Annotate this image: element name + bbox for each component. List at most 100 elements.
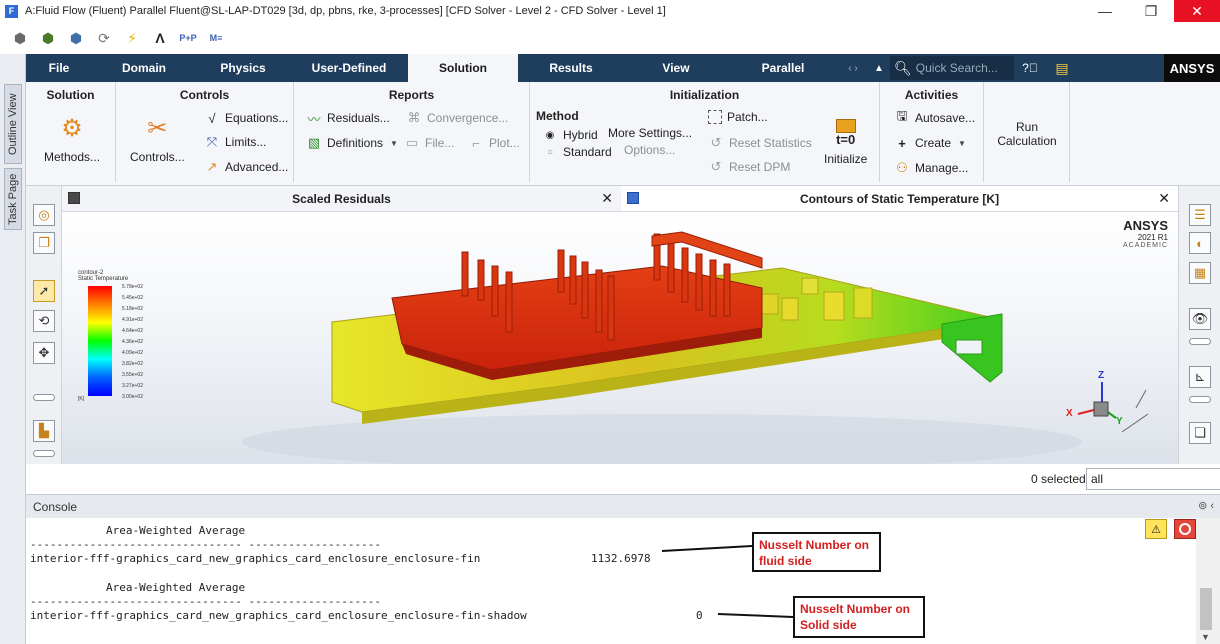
- display-options-icon[interactable]: ☰: [1189, 204, 1211, 226]
- limits-button[interactable]: ⤧ Limits...: [204, 134, 267, 150]
- advanced-label: Advanced...: [225, 160, 289, 174]
- graphics-viewport[interactable]: Z X Y ANSYS 2021 R1 ACADEMIC contour-2 S…: [62, 212, 1178, 464]
- plot-report-label: Plot...: [489, 136, 520, 150]
- read-data-icon[interactable]: ⬢: [66, 28, 86, 48]
- parameters-icon[interactable]: P+P: [178, 28, 198, 48]
- tab-domain[interactable]: Domain: [92, 54, 196, 82]
- initialize-button[interactable]: t=0 Initialize: [824, 116, 867, 166]
- radio-selected-icon: ◉: [545, 129, 555, 141]
- tab-results[interactable]: Results: [518, 54, 624, 82]
- view-options-icon[interactable]: ◎: [33, 204, 55, 226]
- toolbar-divider[interactable]: [1189, 396, 1211, 403]
- console-line: -------------------------------- -------…: [30, 538, 381, 551]
- create-button[interactable]: + Create ▼: [894, 135, 966, 151]
- ribbon-menu-icon[interactable]: ▤: [1046, 54, 1078, 82]
- controls-button[interactable]: ✂ Controls...: [130, 112, 185, 165]
- read-case-icon[interactable]: ⬢: [10, 28, 30, 48]
- standard-radio[interactable]: ○ Standard: [542, 144, 612, 160]
- console-dock-icon[interactable]: ⊚ ‹: [1198, 499, 1214, 512]
- pan-icon[interactable]: ✥: [33, 342, 55, 364]
- equations-button[interactable]: √ Equations...: [204, 110, 288, 126]
- manage-label: Manage...: [915, 161, 969, 175]
- definitions-button[interactable]: ▧ Definitions ▼: [306, 135, 398, 151]
- tab-physics[interactable]: Physics: [196, 54, 290, 82]
- plot-report-button[interactable]: ⌐ Plot...: [468, 135, 520, 151]
- console-scrollbar[interactable]: ▼: [1196, 518, 1220, 644]
- tab-view[interactable]: View: [624, 54, 728, 82]
- copy-view-icon[interactable]: ❐: [33, 232, 55, 254]
- ansys-a-icon[interactable]: Λ: [150, 28, 170, 48]
- controls-label: Controls...: [130, 150, 185, 164]
- toolbar-divider[interactable]: [33, 450, 55, 457]
- plot-axes-icon[interactable]: ⊾: [1189, 366, 1211, 388]
- toolbar-divider[interactable]: [1189, 338, 1211, 345]
- patch-button[interactable]: Patch...: [708, 110, 768, 124]
- reset-icon: ↺: [710, 135, 722, 150]
- scrollbar-thumb[interactable]: [1200, 588, 1212, 630]
- write-case-icon[interactable]: ⬢: [38, 28, 58, 48]
- radio-empty-icon: ○: [546, 146, 554, 158]
- legend-tick-label: 3.00e+02: [122, 394, 143, 400]
- warning-icon[interactable]: ⚠: [1145, 519, 1167, 539]
- maximize-button[interactable]: ❐: [1128, 0, 1174, 22]
- methods-button[interactable]: ⚙ Methods...: [44, 112, 100, 165]
- lighting-icon[interactable]: ◐: [1189, 232, 1211, 254]
- copy-icon[interactable]: ❏: [1189, 422, 1211, 444]
- selection-filter-select[interactable]: all ▼: [1086, 468, 1220, 490]
- expressions-icon[interactable]: M≡: [206, 28, 226, 48]
- hybrid-radio[interactable]: ◉ Hybrid: [542, 127, 598, 143]
- quick-access-toolbar: ⬢ ⬢ ⬢ ⟳ ⚡ Λ P+P M≡: [0, 22, 1220, 54]
- contours-title: Contours of Static Temperature [K]: [799, 191, 1000, 206]
- limits-icon: ⤧: [206, 134, 218, 149]
- tab-file[interactable]: File: [26, 54, 92, 82]
- more-settings-button[interactable]: More Settings...: [608, 126, 692, 140]
- side-tab-strip: Outline View Task Page: [0, 54, 26, 644]
- close-window-button[interactable]: ✕: [1174, 0, 1220, 22]
- toolbar-divider[interactable]: [33, 394, 55, 401]
- initialize-icon: t=0: [830, 116, 862, 150]
- tab-scroll-arrows[interactable]: ‹ ›: [838, 54, 868, 82]
- rotate-icon[interactable]: ⟲: [33, 310, 55, 332]
- annotation-solid-side: Nusselt Number on Solid side: [793, 596, 925, 638]
- tab-user-defined[interactable]: User-Defined: [290, 54, 408, 82]
- outline-view-tab[interactable]: Outline View: [4, 84, 22, 164]
- axis-y-label: Y: [1116, 416, 1123, 427]
- close-icon[interactable]: ✕: [601, 190, 613, 207]
- reset-statistics-button[interactable]: ↺ Reset Statistics: [708, 135, 812, 151]
- file-report-button[interactable]: ▭ File...: [404, 135, 455, 151]
- scroll-down-icon[interactable]: ▼: [1201, 632, 1210, 642]
- tab-parallel[interactable]: Parallel: [728, 54, 838, 82]
- views-icon[interactable]: 👁︎: [1189, 308, 1211, 330]
- minimize-button[interactable]: —: [1082, 0, 1128, 22]
- quick-search-input[interactable]: 🔍︎ Quick Search...: [890, 56, 1014, 80]
- reports-group: Reports 〰 Residuals... ⌘ Convergence... …: [294, 82, 530, 182]
- activities-group-title: Activities: [904, 88, 959, 102]
- interrupt-icon[interactable]: [1174, 519, 1196, 539]
- task-page-tab[interactable]: Task Page: [4, 168, 22, 230]
- scaled-residuals-tab[interactable]: Scaled Residuals ✕: [62, 186, 621, 212]
- pointer-icon[interactable]: ➚: [33, 280, 55, 302]
- convergence-button[interactable]: ⌘ Convergence...: [406, 110, 509, 126]
- mesh-icon[interactable]: ▦: [1189, 262, 1211, 284]
- collapse-ribbon-icon[interactable]: ▲: [868, 54, 890, 82]
- manage-button[interactable]: ⚇ Manage...: [894, 160, 968, 176]
- run-calculation-button[interactable]: Run Calculation: [992, 120, 1062, 148]
- contours-tab[interactable]: Contours of Static Temperature [K] ✕: [621, 186, 1178, 212]
- residuals-button[interactable]: 〰 Residuals...: [306, 110, 389, 127]
- lightning-icon[interactable]: ⚡: [122, 28, 142, 48]
- close-icon[interactable]: ✕: [1158, 190, 1170, 207]
- run-calculation-group: Run Calculation: [984, 82, 1070, 182]
- autosave-label: Autosave...: [915, 111, 976, 125]
- autosave-button[interactable]: 🖫 Autosave...: [894, 108, 976, 126]
- console-output[interactable]: Area-Weighted Average ------------------…: [26, 518, 1196, 644]
- reset-dpm-button[interactable]: ↺ Reset DPM: [708, 159, 791, 175]
- advanced-button[interactable]: ↗ Advanced...: [204, 159, 289, 175]
- annotate-icon[interactable]: ▙: [33, 420, 55, 442]
- tab-solution[interactable]: Solution: [408, 54, 518, 82]
- run-calculation-label: Run Calculation: [997, 120, 1057, 148]
- options-button[interactable]: Options...: [624, 143, 675, 157]
- arrow-icon: ↗: [206, 159, 218, 174]
- limits-label: Limits...: [225, 135, 267, 149]
- refresh-icon[interactable]: ⟳: [94, 28, 114, 48]
- help-icon[interactable]: ?⃝: [1014, 54, 1046, 82]
